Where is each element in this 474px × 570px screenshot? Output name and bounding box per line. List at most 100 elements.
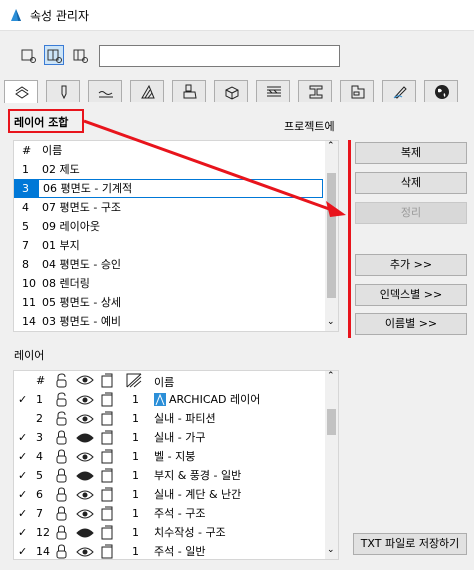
lock-icon[interactable] <box>54 506 70 521</box>
eye-header-icon[interactable] <box>76 374 94 386</box>
lock-icon[interactable] <box>54 544 70 559</box>
lock-header-icon[interactable] <box>54 373 70 388</box>
duplicate-button[interactable]: 복제 <box>355 142 467 164</box>
unlock-icon[interactable] <box>54 392 70 407</box>
intersection-group[interactable]: 1 <box>132 542 139 559</box>
combo-row[interactable]: 8 04 평면도 - 승인 <box>14 255 324 274</box>
visibility-check[interactable]: ✓ <box>18 390 27 409</box>
composite-icon <box>267 86 281 97</box>
layers-scrollbar[interactable]: ⌃ ⌄ <box>325 371 338 559</box>
layer-row[interactable]: ✓ 3 1 실내 - 가구 <box>14 428 324 447</box>
tab-building-materials[interactable] <box>214 80 248 102</box>
add-button[interactable]: 추가 >> <box>355 254 467 276</box>
lock-icon[interactable] <box>54 430 70 445</box>
xref-icon[interactable] <box>100 392 114 407</box>
eye-open-icon[interactable] <box>76 394 94 406</box>
xref-icon[interactable] <box>100 487 114 502</box>
pen-icon <box>61 85 67 100</box>
tab-surfaces[interactable] <box>172 80 206 102</box>
tab-pens[interactable] <box>46 80 80 102</box>
layer-row[interactable]: ✓ 6 1 실내 - 계단 & 난간 <box>14 485 324 504</box>
visibility-check[interactable]: ✓ <box>18 504 27 523</box>
combo-row-num: 14 <box>22 315 36 328</box>
layer-header-name[interactable]: 이름 <box>154 374 174 390</box>
eye-open-icon[interactable] <box>76 508 94 520</box>
visibility-check[interactable]: ✓ <box>18 466 27 485</box>
zone-icon <box>351 85 365 99</box>
xref-icon[interactable] <box>100 468 114 483</box>
tab-markup[interactable] <box>382 80 416 102</box>
unlock-icon[interactable] <box>54 411 70 426</box>
intersection-group[interactable]: 1 <box>132 428 139 447</box>
save-txt-button[interactable]: TXT 파일로 저장하기 <box>353 533 467 555</box>
eye-open-icon[interactable] <box>76 413 94 425</box>
eye-closed-icon[interactable] <box>76 432 94 444</box>
layers-list[interactable]: # 이름 ✓ 1 1 ARCHICAD 레이어 2 1 실내 - 파티션 ✓ 3 1 실내 - 가구… <box>13 370 339 560</box>
layer-row-name: 실내 - 가구 <box>154 431 206 444</box>
tab-composites[interactable] <box>256 80 290 102</box>
visibility-check[interactable]: ✓ <box>18 523 27 542</box>
scroll-up-icon[interactable]: ⌃ <box>327 371 335 381</box>
visibility-check[interactable]: ✓ <box>18 447 27 466</box>
lock-icon[interactable] <box>54 525 70 540</box>
combo-row[interactable]: 7 01 부지 <box>14 236 324 255</box>
layer-row[interactable]: ✓ 14 1 주석 - 일반 <box>14 542 324 559</box>
intersection-group[interactable]: 1 <box>132 390 139 409</box>
search-input[interactable] <box>99 45 340 67</box>
column-header-name[interactable]: 이름 <box>42 141 62 160</box>
by-name-button[interactable]: 이름별 >> <box>355 313 467 335</box>
eye-closed-icon[interactable] <box>76 470 94 482</box>
eye-open-icon[interactable] <box>76 546 94 558</box>
layer-row[interactable]: ✓ 5 1 부지 & 풍경 - 일반 <box>14 466 324 485</box>
view-split-button[interactable] <box>44 45 64 65</box>
visibility-check[interactable]: ✓ <box>18 485 27 504</box>
layer-row-name: 실내 - 파티션 <box>154 412 216 425</box>
layer-row[interactable]: 2 1 실내 - 파티션 <box>14 409 324 428</box>
intersection-group[interactable]: 1 <box>132 485 139 504</box>
xref-icon[interactable] <box>100 544 114 559</box>
lock-icon[interactable] <box>54 487 70 502</box>
combo-row[interactable]: 14 03 평면도 - 예비 <box>14 312 324 331</box>
visibility-check[interactable]: ✓ <box>18 428 27 447</box>
xref-icon[interactable] <box>100 525 114 540</box>
combo-row-name: 03 평면도 - 예비 <box>42 315 122 328</box>
scroll-down-icon[interactable]: ⌄ <box>327 317 335 327</box>
intersection-group[interactable]: 1 <box>132 466 139 485</box>
view-list-button[interactable] <box>18 45 38 65</box>
view-detail-button[interactable] <box>70 45 90 65</box>
combo-row[interactable]: 10 08 렌더링 <box>14 274 324 293</box>
lock-icon[interactable] <box>54 449 70 464</box>
scroll-down-icon[interactable]: ⌄ <box>327 545 335 555</box>
layers-scroll-thumb[interactable] <box>327 409 336 435</box>
tab-fills[interactable] <box>130 80 164 102</box>
intersection-group[interactable]: 1 <box>132 409 139 428</box>
intersection-group[interactable]: 1 <box>132 523 139 542</box>
layer-row[interactable]: ✓ 7 1 주석 - 구조 <box>14 504 324 523</box>
layer-row[interactable]: ✓ 4 1 벨 - 지붕 <box>14 447 324 466</box>
intersection-header-icon[interactable] <box>126 373 142 388</box>
tab-globe[interactable] <box>424 80 458 102</box>
xref-icon[interactable] <box>100 506 114 521</box>
combo-row[interactable]: 11 05 평면도 - 상세 <box>14 293 324 312</box>
tab-lines[interactable] <box>88 80 122 102</box>
intersection-group[interactable]: 1 <box>132 447 139 466</box>
xref-icon[interactable] <box>100 430 114 445</box>
delete-button[interactable]: 삭제 <box>355 172 467 194</box>
tab-layers[interactable] <box>4 80 38 103</box>
xref-header-icon[interactable] <box>100 373 114 388</box>
layer-row[interactable]: ✓ 1 1 ARCHICAD 레이어 <box>14 390 324 409</box>
tab-profiles[interactable] <box>298 80 332 102</box>
eye-open-icon[interactable] <box>76 451 94 463</box>
visibility-check[interactable]: ✓ <box>18 542 27 559</box>
eye-closed-icon[interactable] <box>76 527 94 539</box>
xref-icon[interactable] <box>100 411 114 426</box>
layer-row[interactable]: ✓ 12 1 치수작성 - 구조 <box>14 523 324 542</box>
intersection-group[interactable]: 1 <box>132 504 139 523</box>
clean-button[interactable]: 정리 <box>355 202 467 224</box>
lock-icon[interactable] <box>54 468 70 483</box>
tab-zones[interactable] <box>340 80 374 102</box>
eye-open-icon[interactable] <box>76 489 94 501</box>
by-index-button[interactable]: 인덱스별 >> <box>355 284 467 306</box>
layer-row-name: 벨 - 지붕 <box>154 450 196 463</box>
xref-icon[interactable] <box>100 449 114 464</box>
